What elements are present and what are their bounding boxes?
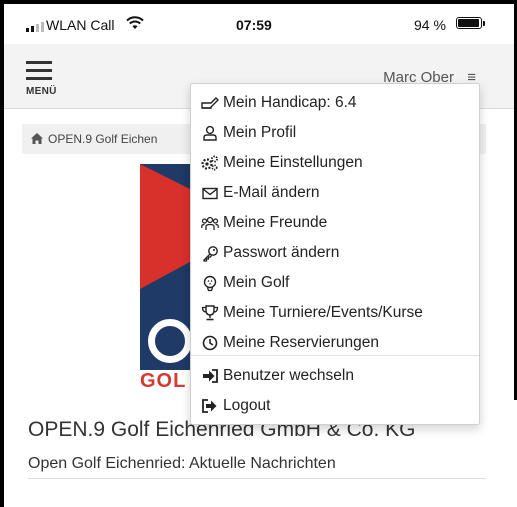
menu-divider xyxy=(191,355,479,356)
sign-in-icon xyxy=(201,367,219,385)
logo-wordmark: GOL xyxy=(140,370,187,392)
pencil-icon xyxy=(201,94,219,112)
user-dropdown-menu: Mein Handicap: 6.4 Mein Profil Meine Ein… xyxy=(190,83,480,425)
key-icon xyxy=(201,244,219,262)
menu-item-label: Meine Reservierungen xyxy=(223,334,379,351)
battery-level-fill xyxy=(458,19,479,27)
wifi-icon xyxy=(126,16,144,35)
menu-item-passwort[interactable]: Passwort ändern xyxy=(201,240,339,266)
breadcrumb-link[interactable]: OPEN.9 Golf Eichen xyxy=(48,132,157,146)
golf-ball-icon xyxy=(201,274,219,292)
menu-label: MENÜ xyxy=(26,86,57,97)
home-icon[interactable] xyxy=(30,132,44,150)
hamburger-icon-bar xyxy=(26,69,52,72)
status-bar: WLAN Call 07:59 94 % xyxy=(4,4,514,44)
menu-item-profil[interactable]: Mein Profil xyxy=(201,120,296,146)
menu-item-label: Passwort ändern xyxy=(223,244,340,261)
carrier-label: WLAN Call xyxy=(46,17,115,33)
news-heading[interactable]: Open Golf Eichenried: Aktuelle Nachricht… xyxy=(28,455,336,473)
menu-item-logout[interactable]: Logout xyxy=(201,393,270,419)
menu-item-mein-golf[interactable]: Mein Golf xyxy=(201,270,289,296)
menu-item-benutzer-wechseln[interactable]: Benutzer wechseln xyxy=(201,363,354,389)
hamburger-icon-bar xyxy=(26,77,52,80)
sign-out-icon xyxy=(201,397,219,415)
menu-item-label: Meine Einstellungen xyxy=(223,154,363,171)
gears-icon xyxy=(201,154,219,172)
menu-item-label: Mein Handicap: 6.4 xyxy=(223,94,357,111)
cellular-signal-icon xyxy=(26,22,44,32)
news-divider xyxy=(28,478,486,479)
clock-time: 07:59 xyxy=(236,17,272,33)
hamburger-icon xyxy=(26,61,52,64)
menu-item-label: Mein Profil xyxy=(223,124,297,141)
battery-percent: 94 % xyxy=(414,17,446,33)
menu-item-label: Mein Golf xyxy=(223,274,290,291)
menu-item-einstellungen[interactable]: Meine Einstellungen xyxy=(201,150,363,176)
menu-item-handicap[interactable]: Mein Handicap: 6.4 xyxy=(201,90,357,116)
menu-item-label: Benutzer wechseln xyxy=(223,367,354,384)
menu-button[interactable]: MENÜ xyxy=(26,59,66,99)
menu-item-label: E-Mail ändern xyxy=(223,184,320,201)
user-icon xyxy=(201,124,219,142)
trophy-icon xyxy=(201,304,219,322)
menu-item-turniere[interactable]: Meine Turniere/Events/Kurse xyxy=(201,300,423,326)
menu-item-label: Meine Turniere/Events/Kurse xyxy=(223,304,423,321)
menu-item-label: Logout xyxy=(223,397,271,414)
users-icon xyxy=(201,214,219,232)
menu-item-label: Meine Freunde xyxy=(223,214,328,231)
menu-item-reservierungen[interactable]: Meine Reservierungen xyxy=(201,330,379,356)
menu-item-freunde[interactable]: Meine Freunde xyxy=(201,210,327,236)
envelope-icon xyxy=(201,184,219,202)
battery-icon xyxy=(456,17,482,29)
logo-ring xyxy=(148,319,192,363)
clock-icon xyxy=(201,334,219,352)
battery-tip xyxy=(483,21,485,26)
menu-item-email[interactable]: E-Mail ändern xyxy=(201,180,320,206)
